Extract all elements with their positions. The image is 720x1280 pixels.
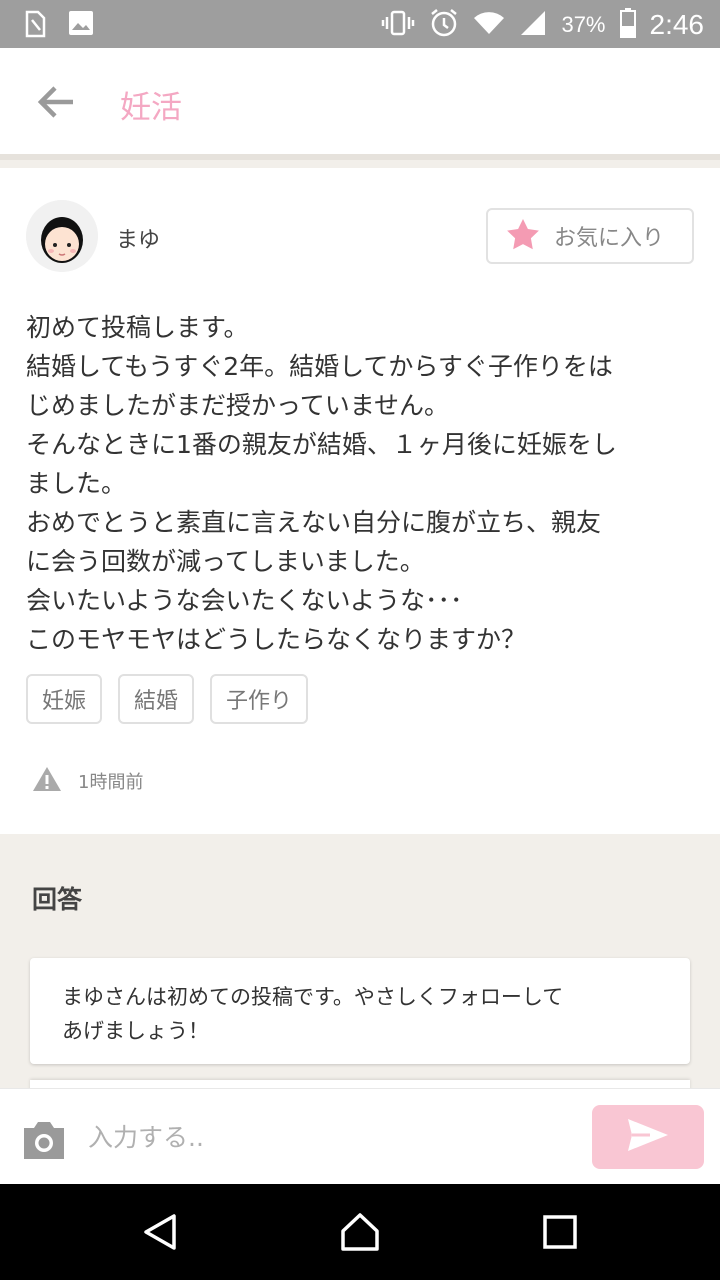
nav-home-button[interactable]	[336, 1210, 384, 1258]
image-icon	[68, 10, 94, 42]
message-input[interactable]	[88, 1111, 568, 1163]
tag-marriage[interactable]: 結婚	[118, 674, 195, 724]
send-button[interactable]	[592, 1105, 704, 1169]
post-line: このモヤモヤはどうしたらなくなりますか？	[26, 625, 527, 654]
composer-bar	[0, 1088, 720, 1184]
square-recents-icon	[542, 1214, 578, 1254]
favorite-label: お気に入り	[554, 226, 665, 251]
send-icon	[626, 1117, 670, 1157]
signal-icon	[519, 9, 547, 41]
post-body: 初めて投稿します。 結婚してもうすぐ2年。結婚してからすぐ子作りをは じめました…	[26, 308, 696, 659]
post-meta: 1時間前	[32, 766, 143, 796]
sim-card-icon	[24, 10, 46, 42]
post-line: に会う回数が減ってしまいました。	[26, 547, 425, 576]
favorite-button[interactable]: お気に入り	[486, 208, 694, 264]
alarm-icon	[429, 8, 459, 42]
tag-baby-making[interactable]: 子作り	[210, 674, 309, 724]
page-title: 妊活	[120, 90, 182, 126]
status-bar: 37% 2:46	[0, 0, 720, 48]
battery-icon	[619, 8, 636, 42]
nav-recents-button[interactable]	[536, 1210, 584, 1258]
triangle-back-icon	[140, 1212, 180, 1256]
post-line: 初めて投稿します。	[26, 313, 249, 342]
post-card: まゆ お気に入り 初めて投稿します。 結婚してもうすぐ2年。結婚してからすぐ子作…	[0, 168, 720, 834]
answers-heading: 回答	[32, 885, 83, 914]
post-line: 会いたいような会いたくないような･･･	[26, 586, 463, 615]
tag-pregnancy[interactable]: 妊娠	[26, 674, 103, 724]
post-line: 結婚してもうすぐ2年。結婚してからすぐ子作りをは	[26, 352, 613, 381]
star-icon	[506, 218, 540, 254]
post-line: そんなときに1番の親友が結婚、１ヶ月後に妊娠をし	[26, 430, 617, 459]
clock: 2:46	[649, 9, 705, 40]
notice-line: まゆさんは初めての投稿です。やさしくフォローして	[62, 985, 564, 1009]
post-line: ました。	[26, 469, 127, 498]
wifi-icon	[473, 10, 505, 40]
camera-icon	[20, 1122, 68, 1165]
navigation-bar	[0, 1184, 720, 1280]
post-timestamp: 1時間前	[78, 772, 144, 793]
app-bar: 妊活	[0, 48, 720, 160]
post-line: おめでとうと素直に言えない自分に腹が立ち、親友	[26, 508, 602, 537]
notice-line: あげましょう！	[62, 1019, 209, 1043]
warning-icon[interactable]	[32, 766, 62, 796]
camera-button[interactable]	[20, 1119, 68, 1161]
nav-back-button[interactable]	[136, 1210, 184, 1258]
back-button[interactable]	[32, 82, 80, 126]
first-post-notice: まゆさんは初めての投稿です。やさしくフォローして あげましょう！	[30, 958, 690, 1064]
tag-list: 妊娠 結婚 子作り	[26, 674, 309, 724]
battery-percent: 37%	[561, 12, 606, 37]
avatar[interactable]	[26, 200, 98, 272]
home-icon	[339, 1211, 381, 1257]
vibrate-icon	[381, 10, 415, 40]
post-line: じめましたがまだ授かっていません。	[26, 391, 450, 420]
arrow-left-icon	[37, 85, 75, 123]
author-name[interactable]: まゆ	[116, 222, 160, 254]
